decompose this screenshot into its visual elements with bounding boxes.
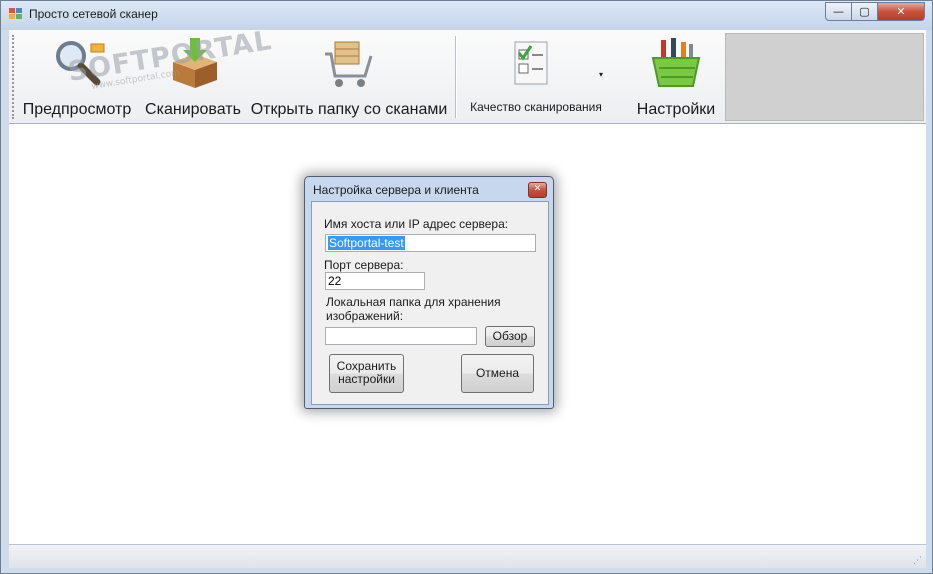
open-folder-button[interactable]: Открыть папку со сканами <box>249 30 449 123</box>
toolbar-separator <box>455 36 457 118</box>
folder-label: Локальная папка для хранения изображений… <box>326 295 501 323</box>
main-window: Просто сетевой сканер — ▢ ✕ Предпросмотр <box>0 0 933 574</box>
dialog-close-button[interactable]: ✕ <box>528 182 547 198</box>
window-title: Просто сетевой сканер <box>29 7 158 21</box>
scan-quality-dropdown[interactable]: Качество сканирования <box>461 30 611 123</box>
host-label: Имя хоста или IP адрес сервера: <box>324 217 509 231</box>
scanner-box-icon <box>173 38 217 88</box>
port-label: Порт сервера: <box>324 258 404 272</box>
close-button[interactable]: ✕ <box>877 2 925 21</box>
chevron-down-icon[interactable]: ▾ <box>599 70 603 79</box>
preview-label: Предпросмотр <box>22 101 132 118</box>
settings-label: Настройки <box>636 101 716 118</box>
toolbar: Предпросмотр Сканировать Открыть папку с… <box>9 30 926 124</box>
scan-button[interactable]: Сканировать <box>143 30 243 123</box>
app-icon <box>9 8 22 19</box>
title-bar[interactable]: Просто сетевой сканер — ▢ ✕ <box>1 1 932 30</box>
maximize-button[interactable]: ▢ <box>851 2 878 21</box>
preview-button[interactable]: Предпросмотр <box>21 30 133 123</box>
toolbar-grip[interactable] <box>12 35 16 119</box>
resize-grip-icon[interactable]: ⋰ <box>913 556 923 566</box>
scan-quality-label: Качество сканирования <box>470 100 602 114</box>
shopping-cart-icon <box>325 41 373 87</box>
scan-label: Сканировать <box>145 101 241 118</box>
magnifier-icon <box>56 41 105 86</box>
folder-field[interactable] <box>325 327 477 345</box>
save-settings-button[interactable]: Сохранить настройки <box>329 354 404 393</box>
browse-button[interactable]: Обзор <box>485 326 535 347</box>
status-bar: ⋰ <box>9 544 926 568</box>
preview-thumbnail-area <box>725 33 924 121</box>
server-settings-dialog: Настройка сервера и клиента ✕ Имя хоста … <box>304 176 554 409</box>
minimize-button[interactable]: — <box>825 2 852 21</box>
host-field[interactable]: Softportal-test <box>325 234 536 252</box>
host-value: Softportal-test <box>328 236 405 250</box>
dialog-title: Настройка сервера и клиента <box>313 183 479 197</box>
checklist-icon <box>514 41 548 85</box>
settings-button[interactable]: Настройки <box>621 30 731 123</box>
dialog-body: Имя хоста или IP адрес сервера: Softport… <box>311 201 549 405</box>
port-field[interactable]: 22 <box>325 272 425 290</box>
tool-basket-icon <box>651 38 701 87</box>
open-folder-label: Открыть папку со сканами <box>250 101 448 118</box>
cancel-button[interactable]: Отмена <box>461 354 534 393</box>
